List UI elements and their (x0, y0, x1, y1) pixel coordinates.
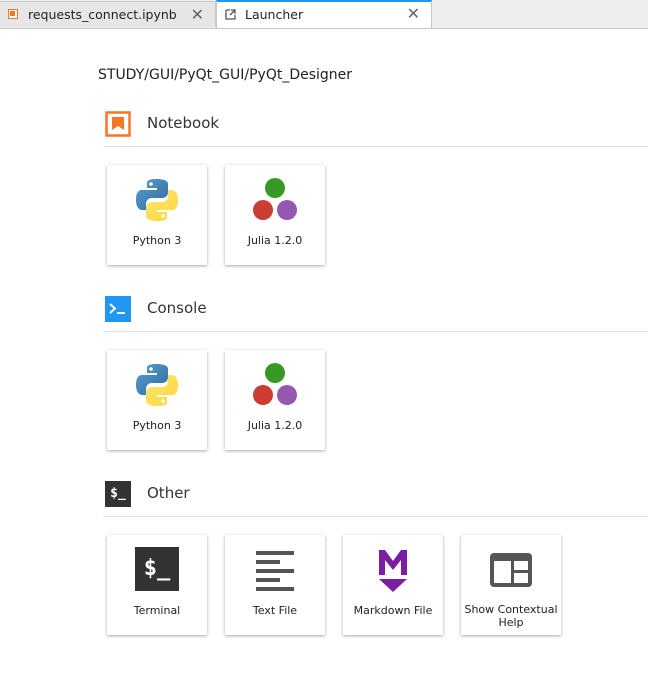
python-logo-icon (136, 179, 178, 221)
markdown-icon (379, 550, 407, 592)
launcher-card-notebook-julia[interactable]: Julia 1.2.0 (225, 165, 325, 265)
section-divider (103, 516, 648, 517)
card-label: Show Contextual Help (464, 603, 558, 629)
tab-requests-connect-notebook[interactable]: requests_connect.ipynb ✕ (0, 1, 216, 27)
tab-launcher[interactable]: Launcher ✕ (216, 0, 432, 28)
section-divider (103, 146, 648, 147)
launcher-card-terminal[interactable]: $_ Terminal (107, 535, 207, 635)
tab-label: requests_connect.ipynb (28, 7, 177, 22)
close-icon[interactable]: ✕ (407, 1, 420, 26)
launcher-path: STUDY/GUI/PyQt_GUI/PyQt_Designer (98, 67, 353, 83)
card-label: Python 3 (132, 234, 182, 247)
section-title: Notebook (147, 114, 220, 132)
card-label: Python 3 (132, 419, 182, 432)
notebook-icon (105, 111, 131, 137)
card-label: Markdown File (353, 604, 433, 617)
card-label: Text File (252, 604, 298, 617)
section-divider (103, 331, 648, 332)
section-title: Other (147, 484, 190, 502)
tab-bar: requests_connect.ipynb ✕ Launcher ✕ (0, 0, 648, 29)
contextual-help-icon (490, 553, 532, 587)
launcher-card-console-python3[interactable]: Python 3 (107, 350, 207, 450)
card-label: Julia 1.2.0 (247, 234, 303, 247)
card-label: Terminal (133, 604, 181, 617)
launcher-card-notebook-python3[interactable]: Python 3 (107, 165, 207, 265)
terminal-icon: $_ (135, 547, 179, 591)
tab-label: Launcher (245, 7, 304, 22)
python-logo-icon (136, 364, 178, 406)
card-label: Julia 1.2.0 (247, 419, 303, 432)
console-icon (105, 296, 131, 322)
launcher-card-text-file[interactable]: Text File (225, 535, 325, 635)
other-terminal-icon: $_ (105, 481, 131, 507)
notebook-tab-icon (8, 9, 18, 19)
launcher-card-markdown-file[interactable]: Markdown File (343, 535, 443, 635)
section-title: Console (147, 299, 207, 317)
julia-logo-icon (253, 178, 297, 220)
julia-logo-icon (253, 363, 297, 405)
close-icon[interactable]: ✕ (191, 2, 204, 27)
launcher-card-show-contextual-help[interactable]: Show Contextual Help (461, 535, 561, 635)
launcher-card-console-julia[interactable]: Julia 1.2.0 (225, 350, 325, 450)
text-file-icon (256, 551, 294, 591)
launcher-tab-icon (225, 9, 236, 20)
